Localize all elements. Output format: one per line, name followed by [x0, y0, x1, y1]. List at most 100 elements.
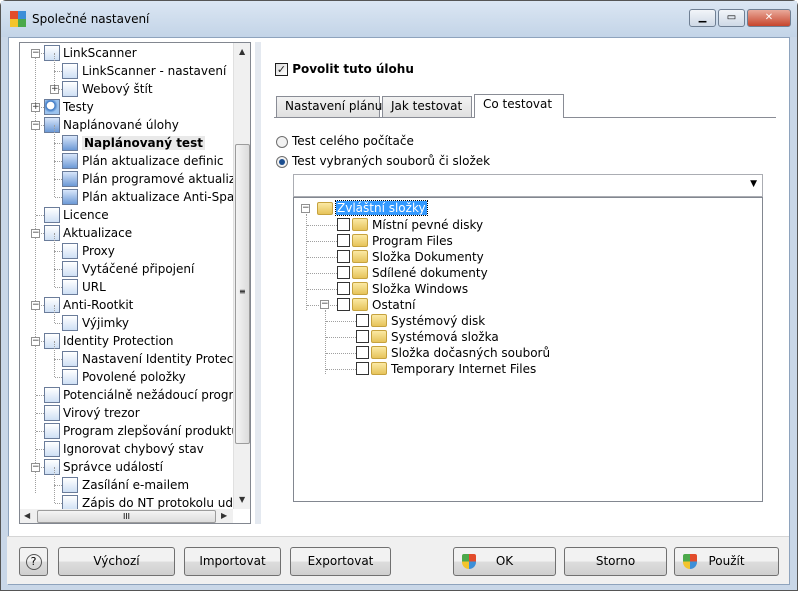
- sidebar-item-label: URL: [82, 280, 106, 294]
- checkbox[interactable]: [356, 314, 369, 327]
- scroll-left-icon[interactable]: ◀: [24, 511, 30, 520]
- expand-icon[interactable]: +: [50, 85, 59, 94]
- collapse-icon[interactable]: −: [301, 204, 310, 213]
- checkbox[interactable]: [337, 266, 350, 279]
- maximize-button[interactable]: ▭: [718, 9, 745, 27]
- sidebar-item[interactable]: Správce událostí: [63, 458, 163, 476]
- import-button[interactable]: Importovat: [184, 547, 281, 576]
- collapse-icon[interactable]: −: [31, 337, 40, 346]
- sidebar-item[interactable]: Nastavení Identity Protection: [82, 350, 250, 368]
- scrollbar-thumb[interactable]: ≡: [235, 144, 250, 444]
- document-list-icon: [44, 297, 60, 313]
- sidebar-item-label: Povolené položky: [82, 370, 186, 384]
- sidebar-item[interactable]: Povolené položky: [82, 368, 186, 386]
- sidebar-item[interactable]: Aktualizace: [63, 224, 132, 242]
- collapse-icon[interactable]: −: [31, 49, 40, 58]
- folder-tree-item[interactable]: Ostatní: [372, 297, 415, 313]
- sidebar-item[interactable]: LinkScanner - nastavení: [82, 62, 226, 80]
- folder-tree-item[interactable]: Sdílené dokumenty: [372, 265, 488, 281]
- folder-tree-item[interactable]: Program Files: [372, 233, 453, 249]
- settings-tree[interactable]: − LinkScanner LinkScanner - nastavení + Webo…: [19, 42, 251, 524]
- scroll-down-icon[interactable]: ▼: [239, 495, 245, 504]
- sidebar-item[interactable]: Anti-Rootkit: [63, 296, 133, 314]
- tab-what-to-scan[interactable]: Co testovat: [474, 94, 564, 118]
- help-button[interactable]: ?: [19, 547, 48, 576]
- folder-tree-item[interactable]: Místní pevné disky: [372, 217, 483, 233]
- radio-icon[interactable]: [276, 135, 288, 148]
- sidebar-item[interactable]: Plán aktualizace Anti-Spamu: [82, 188, 250, 206]
- checkbox[interactable]: [337, 250, 350, 263]
- scroll-right-icon[interactable]: ▶: [221, 511, 227, 520]
- sidebar-item[interactable]: Licence: [63, 206, 109, 224]
- collapse-icon[interactable]: −: [31, 463, 40, 472]
- radio-selected-icon[interactable]: [276, 155, 288, 168]
- sidebar-item[interactable]: URL: [82, 278, 106, 296]
- folder-tree-item[interactable]: Systémová složka: [391, 329, 499, 345]
- sidebar-item[interactable]: Naplánované úlohy: [63, 116, 179, 134]
- folder-tree[interactable]: − Zvláštní složky Místní pevné disky Progra…: [293, 197, 763, 502]
- sidebar-item-label: Plán programové aktualizace: [82, 172, 251, 186]
- expand-icon[interactable]: +: [31, 103, 40, 112]
- close-button[interactable]: ✕: [747, 9, 791, 27]
- search-icon: [44, 99, 60, 115]
- sidebar-item-label: Plán aktualizace definic: [82, 154, 224, 168]
- checkbox[interactable]: [337, 282, 350, 295]
- horizontal-scrollbar[interactable]: ◀ III ▶: [20, 509, 233, 523]
- sidebar-item[interactable]: Naplánovaný test: [82, 134, 205, 152]
- document-list-icon: [62, 351, 78, 367]
- checkbox[interactable]: [356, 346, 369, 359]
- tab-schedule-settings[interactable]: Nastavení plánu: [276, 96, 382, 117]
- tab-how-to-scan[interactable]: Jak testovat: [382, 96, 472, 117]
- checkbox[interactable]: [356, 330, 369, 343]
- sidebar-item[interactable]: Virový trezor: [63, 404, 140, 422]
- shield-icon: [683, 554, 697, 569]
- sidebar-item[interactable]: Výjimky: [82, 314, 129, 332]
- sidebar-item[interactable]: LinkScanner: [63, 44, 137, 62]
- sidebar-item-label: Ignorovat chybový stav: [63, 442, 204, 456]
- sidebar-item[interactable]: Vytáčené připojení: [82, 260, 194, 278]
- folder-tree-item[interactable]: Složka dočasných souborů: [391, 345, 550, 361]
- checkbox[interactable]: [356, 362, 369, 375]
- vertical-scrollbar[interactable]: ▲ ≡ ▼: [233, 43, 250, 509]
- folder-tree-item[interactable]: Temporary Internet Files: [391, 361, 536, 377]
- default-button[interactable]: Výchozí: [58, 547, 175, 576]
- folder-tree-item[interactable]: Složka Dokumenty: [372, 249, 484, 265]
- sidebar-item[interactable]: Ignorovat chybový stav: [63, 440, 204, 458]
- path-combo[interactable]: ▼: [293, 174, 763, 197]
- sidebar-item[interactable]: Testy: [63, 98, 94, 116]
- radio-selected-files[interactable]: Test vybraných souborů či složek: [276, 154, 490, 168]
- export-button[interactable]: Exportovat: [290, 547, 391, 576]
- collapse-icon[interactable]: −: [31, 121, 40, 130]
- sidebar-item[interactable]: Plán aktualizace definic: [82, 152, 224, 170]
- folder-tree-item[interactable]: Systémový disk: [391, 313, 485, 329]
- splitter[interactable]: [255, 42, 261, 524]
- shield-icon: [462, 554, 476, 569]
- chevron-down-icon[interactable]: ▼: [750, 179, 757, 189]
- checkbox-checked-icon[interactable]: ✓: [275, 63, 288, 76]
- sidebar-item[interactable]: Program zlepšování produktu: [63, 422, 239, 440]
- ok-button[interactable]: OK: [453, 547, 556, 576]
- scrollbar-thumb[interactable]: III: [37, 510, 216, 523]
- enable-task-checkbox[interactable]: ✓ Povolit tuto úlohu: [275, 62, 414, 76]
- collapse-icon[interactable]: −: [31, 301, 40, 310]
- sidebar-item[interactable]: Potenciálně nežádoucí programy: [63, 386, 250, 404]
- radio-whole-computer[interactable]: Test celého počítače: [276, 134, 414, 148]
- apply-button[interactable]: Použít: [674, 547, 779, 576]
- minimize-button[interactable]: ▁: [689, 9, 716, 27]
- checkbox[interactable]: [337, 218, 350, 231]
- sidebar-item[interactable]: Webový štít: [82, 80, 153, 98]
- sidebar-item[interactable]: Identity Protection: [63, 332, 174, 350]
- sidebar-item[interactable]: Plán programové aktualizace: [82, 170, 251, 188]
- folder-tree-item[interactable]: Složka Windows: [372, 281, 468, 297]
- collapse-icon[interactable]: −: [31, 229, 40, 238]
- folder-tree-root[interactable]: Zvláštní složky: [335, 200, 428, 216]
- folder-window-icon: [352, 234, 368, 247]
- collapse-icon[interactable]: −: [320, 300, 329, 309]
- cancel-button[interactable]: Storno: [564, 547, 667, 576]
- scroll-up-icon[interactable]: ▲: [239, 47, 245, 56]
- sidebar-item[interactable]: Zasílání e-mailem: [82, 476, 189, 494]
- checkbox[interactable]: [337, 298, 350, 311]
- windows-folder-icon: [352, 282, 368, 295]
- checkbox[interactable]: [337, 234, 350, 247]
- sidebar-item[interactable]: Proxy: [82, 242, 115, 260]
